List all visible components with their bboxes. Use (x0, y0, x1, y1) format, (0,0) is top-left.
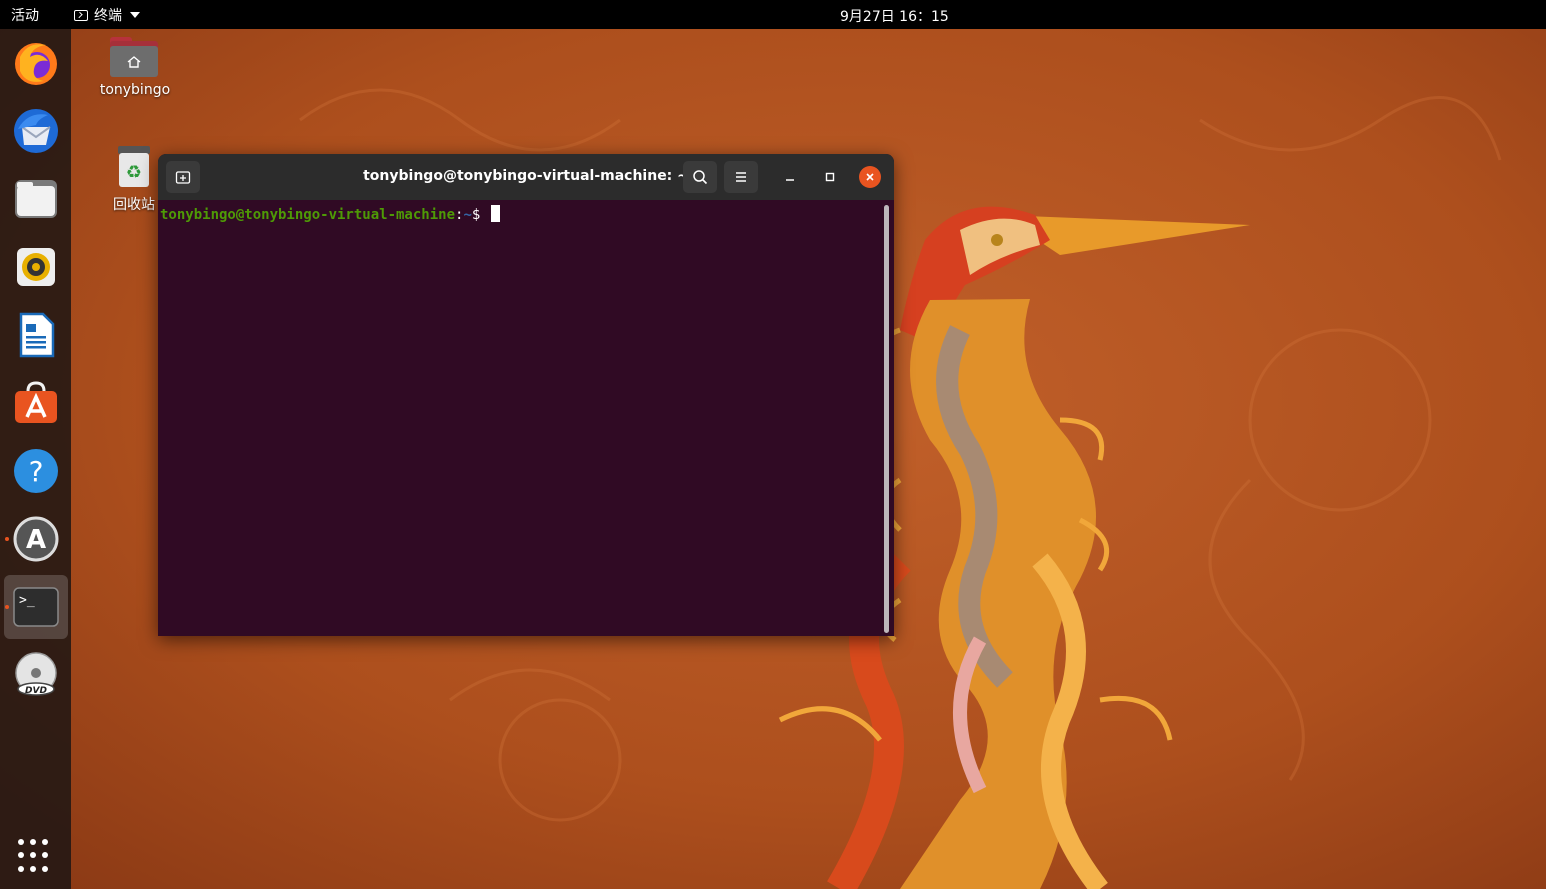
search-button[interactable] (683, 161, 717, 193)
terminal-glyph: >_ (19, 593, 35, 608)
maximize-icon (825, 172, 835, 182)
dock-item-ubuntu-software[interactable] (4, 371, 68, 435)
terminal-headerbar[interactable]: tonybingo@tonybingo-virtual-machine: ~ (158, 154, 894, 200)
terminal-icon: >_ (13, 587, 59, 627)
dock-item-thunderbird[interactable] (4, 99, 68, 163)
rhythmbox-icon (17, 248, 55, 286)
software-icon (15, 381, 57, 423)
prompt-symbol: $ (471, 207, 489, 223)
dock-item-firefox[interactable] (4, 31, 68, 95)
dock-item-terminal[interactable]: >_ (4, 575, 68, 639)
updater-glyph: A (26, 525, 46, 555)
minimize-icon (786, 179, 794, 181)
activities-button[interactable]: 活动 (11, 5, 39, 25)
maximize-button[interactable] (819, 166, 841, 188)
running-indicator (5, 605, 9, 609)
terminal-output[interactable]: tonybingo@tonybingo-virtual-machine:~$ (158, 200, 894, 636)
terminal-small-icon (74, 9, 88, 21)
thunderbird-icon (14, 109, 58, 153)
prompt-line: tonybingo@tonybingo-virtual-machine:~$ (160, 205, 500, 223)
dock-item-files[interactable] (4, 167, 68, 231)
help-glyph: ? (29, 455, 44, 488)
dock-item-software-updater[interactable]: A (4, 507, 68, 571)
writer-icon (19, 312, 55, 358)
dock: ? A >_ DVD (0, 29, 71, 889)
search-icon (693, 170, 708, 185)
hamburger-icon (736, 172, 746, 182)
dock-item-dvd[interactable]: DVD (4, 643, 68, 707)
home-folder-label: tonybingo (99, 82, 171, 98)
dvd-glyph: DVD (25, 686, 47, 696)
dock-item-help[interactable]: ? (4, 439, 68, 503)
app-menu[interactable]: 终端 (74, 5, 140, 25)
files-icon (15, 180, 57, 218)
menu-button[interactable] (724, 161, 758, 193)
dock-item-libreoffice-writer[interactable] (4, 303, 68, 367)
app-grid-icon[interactable] (18, 839, 52, 873)
close-button[interactable] (859, 166, 881, 188)
prompt-path: ~ (463, 207, 472, 223)
caret-down-icon (130, 12, 140, 18)
updater-icon: A (13, 516, 59, 562)
terminal-window[interactable]: tonybingo@tonybingo-virtual-machine: ~ t… (158, 154, 894, 636)
clock[interactable]: 9月27日 16：15 (840, 6, 949, 26)
home-folder-icon (110, 37, 158, 77)
app-menu-label: 终端 (94, 8, 122, 24)
text-cursor (490, 205, 500, 222)
prompt-user: tonybingo@tonybingo-virtual-machine (160, 207, 456, 223)
close-icon (866, 173, 874, 181)
terminal-scrollbar[interactable] (884, 205, 889, 633)
top-bar: 活动 终端 9月27日 16：15 (0, 0, 1546, 29)
svg-text:♻: ♻ (126, 162, 142, 183)
trash-icon[interactable]: ♻ (116, 144, 152, 188)
running-indicator (5, 537, 9, 541)
help-icon: ? (14, 449, 58, 493)
minimize-button[interactable] (779, 166, 801, 188)
dock-item-rhythmbox[interactable] (4, 235, 68, 299)
dvd-icon: DVD (15, 652, 57, 696)
trash-label: 回收站 (113, 197, 155, 213)
firefox-icon (15, 43, 57, 85)
